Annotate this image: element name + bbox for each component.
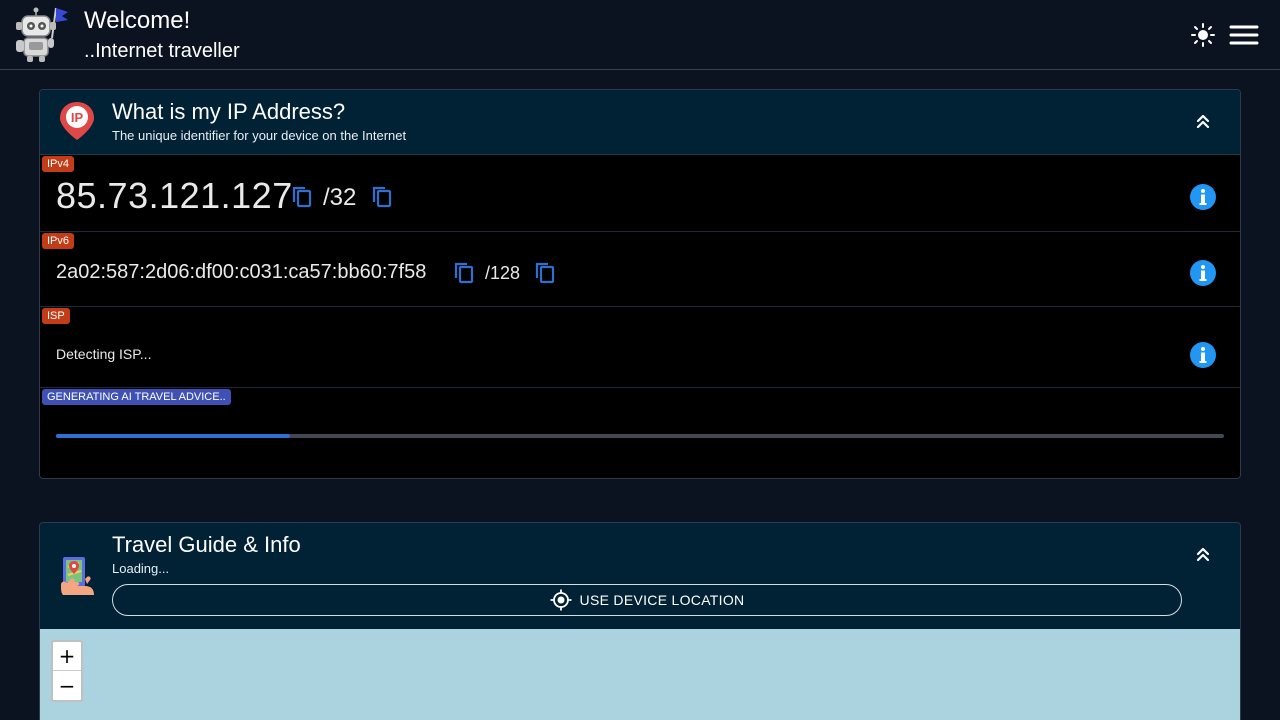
ai-progress-fill <box>56 434 290 438</box>
ipv6-row: IPv6 2a02:587:2d06:df00:c031:ca57:bb60:7… <box>40 232 1240 307</box>
crosshair-gps-icon <box>550 589 572 611</box>
copy-ipv6-icon[interactable] <box>453 261 475 285</box>
use-device-location-button[interactable]: USE DEVICE LOCATION <box>112 584 1182 616</box>
chevron-double-up-icon[interactable] <box>1192 543 1214 565</box>
ipv4-row: IPv4 85.73.121.127 /32 <box>40 155 1240 232</box>
travel-card-title: Travel Guide & Info <box>112 532 301 557</box>
ai-advice-badge: GENERATING AI TRAVEL ADVICE.. <box>42 389 231 405</box>
copy-ipv6-prefix-icon[interactable] <box>534 261 556 285</box>
map-zoom-control: + − <box>51 640 83 702</box>
welcome-subtitle: ..Internet traveller <box>84 40 240 62</box>
copy-ipv4-icon[interactable] <box>291 185 313 209</box>
travel-guide-card: Travel Guide & Info Loading... USE DEVIC… <box>39 522 1241 720</box>
ipv6-info-icon[interactable] <box>1189 259 1217 287</box>
sun-icon[interactable] <box>1190 22 1216 48</box>
isp-row: ISP Detecting ISP... <box>40 307 1240 388</box>
copy-ipv4-prefix-icon[interactable] <box>371 185 393 209</box>
ip-card-description: The unique identifier for your device on… <box>112 128 407 143</box>
ai-progress-bar <box>56 434 1224 438</box>
ip-card-header: IP What is my IP Address? The unique ide… <box>40 90 1240 155</box>
travel-card-header: Travel Guide & Info Loading... USE DEVIC… <box>40 523 1240 629</box>
ip-address-card: IP What is my IP Address? The unique ide… <box>39 89 1241 479</box>
ip-card-title: What is my IP Address? <box>112 99 346 124</box>
isp-info-icon[interactable] <box>1189 341 1217 369</box>
zoom-in-button[interactable]: + <box>53 642 81 671</box>
ipv4-badge: IPv4 <box>42 156 75 172</box>
map-hand-icon <box>61 557 94 595</box>
use-device-location-label: USE DEVICE LOCATION <box>579 592 745 608</box>
ipv6-prefix: /128 <box>485 263 521 283</box>
ipv6-badge: IPv6 <box>42 233 75 249</box>
isp-badge: ISP <box>42 308 70 324</box>
robot-flag-icon <box>16 7 68 62</box>
ipv4-address[interactable]: 85.73.121.127 <box>56 175 293 217</box>
ip-location-pin-icon: IP <box>60 102 94 140</box>
travel-map[interactable]: + − <box>40 629 1240 720</box>
ipv6-address[interactable]: 2a02:587:2d06:df00:c031:ca57:bb60:7f58 <box>56 259 426 285</box>
travel-card-status: Loading... <box>112 561 170 576</box>
svg-text:IP: IP <box>71 110 84 125</box>
top-app-bar: Welcome! ..Internet traveller <box>0 0 1280 70</box>
welcome-title: Welcome! <box>84 7 191 34</box>
zoom-out-button[interactable]: − <box>53 672 81 701</box>
hamburger-menu-icon[interactable] <box>1228 22 1260 48</box>
chevron-double-up-icon[interactable] <box>1192 110 1214 132</box>
isp-status: Detecting ISP... <box>56 346 152 362</box>
ipv4-info-icon[interactable] <box>1189 183 1217 211</box>
ai-advice-row: GENERATING AI TRAVEL ADVICE.. <box>40 388 1240 478</box>
ipv4-prefix: /32 <box>323 184 357 211</box>
